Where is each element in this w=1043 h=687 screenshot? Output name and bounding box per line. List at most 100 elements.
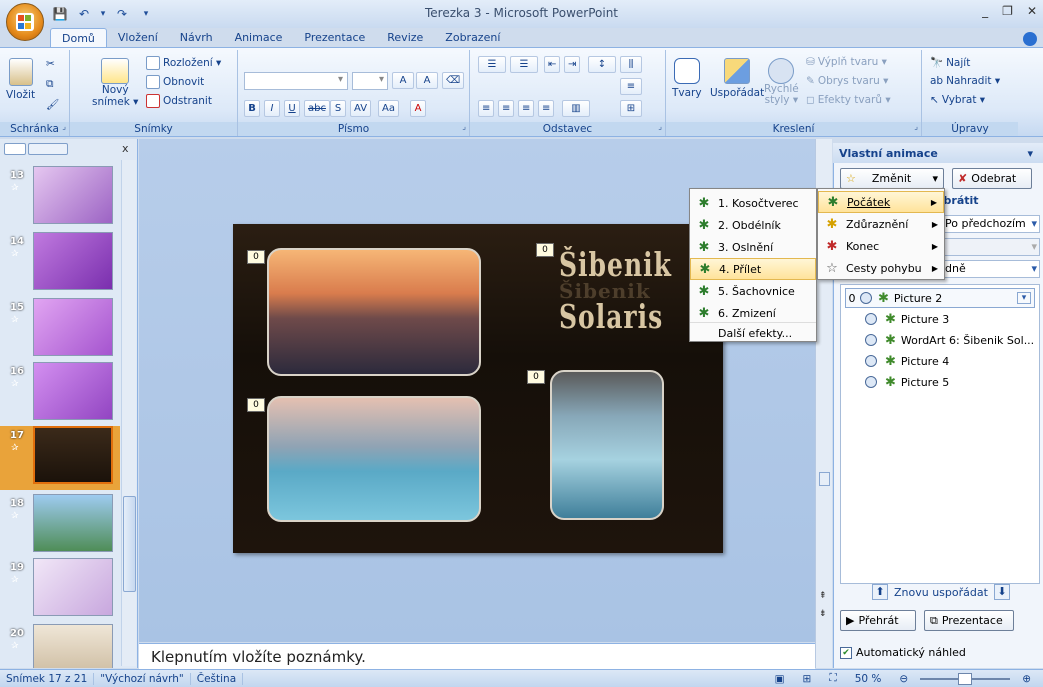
reset-button[interactable]: Obnovit bbox=[146, 75, 204, 89]
shrink-font-button[interactable]: A bbox=[416, 72, 438, 89]
slide-canvas[interactable]: 0 0 0 0 Šibenik Šibenik Solaris bbox=[233, 224, 723, 553]
zoom-in-icon[interactable]: ⊕ bbox=[1016, 673, 1037, 685]
font-color-button[interactable]: A bbox=[410, 100, 426, 117]
speed-combo[interactable]: dně ▾ bbox=[940, 260, 1040, 278]
zoom-slider[interactable] bbox=[920, 672, 1011, 685]
dialog-launcher-icon[interactable]: ⌟ bbox=[62, 120, 66, 134]
slide-thumb-15[interactable]: 15 ✰ bbox=[0, 298, 120, 362]
numbering-icon[interactable]: ☰ bbox=[510, 56, 538, 73]
scroll-thumb[interactable] bbox=[123, 496, 136, 592]
close-button[interactable]: ✕ bbox=[1027, 4, 1037, 18]
cut-icon[interactable]: ✂ bbox=[46, 58, 55, 70]
change-effect-button[interactable]: ☆ Změnit ▾ bbox=[840, 168, 944, 189]
scroll-thumb[interactable] bbox=[819, 472, 830, 486]
zoom-out-icon[interactable]: ⊖ bbox=[893, 673, 914, 685]
animation-item[interactable]: ✱ Picture 5 bbox=[865, 372, 1043, 392]
next-slide-icon[interactable]: ⇟ bbox=[819, 609, 827, 619]
increase-indent-icon[interactable]: ⇥ bbox=[564, 56, 581, 73]
menu-item-fly-in[interactable]: ✱ 4. Přílet bbox=[690, 258, 816, 280]
slideshow-view-icon[interactable]: ⛶ bbox=[823, 672, 842, 685]
slide-thumb-14[interactable]: 14 ✰ bbox=[0, 232, 120, 296]
format-painter-icon[interactable]: 🖌 bbox=[46, 98, 59, 111]
italic-button[interactable]: I bbox=[264, 100, 280, 117]
photo-girl-pool[interactable] bbox=[267, 396, 481, 522]
replace-button[interactable]: ab Nahradit ▾ bbox=[930, 75, 1000, 87]
char-spacing-button[interactable]: AV bbox=[350, 100, 372, 117]
tab-view[interactable]: Zobrazení bbox=[434, 28, 511, 48]
slide-thumb-13[interactable]: 13 ✰ bbox=[0, 166, 120, 230]
tab-slides-view[interactable] bbox=[4, 143, 26, 155]
menu-item-dissolve[interactable]: ✱ 6. Zmizení bbox=[690, 302, 816, 324]
tab-review[interactable]: Revize bbox=[376, 28, 434, 48]
slide-thumb-18[interactable]: 18 ✰ bbox=[0, 494, 120, 558]
tab-insert[interactable]: Vložení bbox=[107, 28, 169, 48]
prev-slide-icon[interactable]: ⇞ bbox=[819, 591, 827, 601]
shape-effects-button[interactable]: ◻ Efekty tvarů ▾ bbox=[806, 94, 891, 106]
tab-design[interactable]: Návrh bbox=[169, 28, 224, 48]
remove-effect-button[interactable]: ✘ Odebrat bbox=[952, 168, 1032, 189]
play-button[interactable]: ▶ Přehrát bbox=[840, 610, 916, 631]
shapes-button[interactable]: Tvary bbox=[672, 58, 702, 99]
smartart-icon[interactable]: ⊞ bbox=[620, 100, 642, 117]
align-center-icon[interactable]: ≡ bbox=[498, 100, 515, 117]
autopreview-checkbox[interactable]: ✔ bbox=[840, 646, 852, 659]
slide-thumb-17[interactable]: 17 ✰ bbox=[0, 426, 120, 490]
move-down-icon[interactable]: ⬇ bbox=[993, 584, 1010, 600]
animation-item[interactable]: 0 ✱ Picture 2 ▾ bbox=[845, 288, 1035, 308]
copy-icon[interactable]: ⧉ bbox=[46, 78, 54, 91]
find-button[interactable]: 🔭 Najít bbox=[930, 56, 970, 70]
bullets-icon[interactable]: ☰ bbox=[478, 56, 506, 73]
clear-formatting-icon[interactable]: ⌫ bbox=[442, 72, 464, 89]
decrease-indent-icon[interactable]: ⇤ bbox=[544, 56, 561, 73]
menu-item-dazzle[interactable]: ✱ 3. Oslnění bbox=[690, 236, 816, 258]
menu-item-motion-paths[interactable]: ☆ Cesty pohybu ▶ bbox=[818, 257, 944, 279]
change-case-button[interactable]: Aa bbox=[378, 100, 399, 117]
font-size-combo[interactable]: ▾ bbox=[352, 72, 388, 90]
tab-home[interactable]: Domů bbox=[50, 28, 107, 48]
underline-button[interactable]: U bbox=[284, 100, 300, 117]
start-combo[interactable]: Po předchozím ▾ bbox=[940, 215, 1040, 233]
photo-girls-sunset[interactable] bbox=[267, 248, 481, 376]
menu-item-diamond[interactable]: ✱ 1. Kosočtverec bbox=[690, 192, 816, 214]
slide-thumb-19[interactable]: 19 ✰ bbox=[0, 558, 120, 622]
menu-item-more-effects[interactable]: Další efekty... bbox=[690, 322, 816, 344]
slide-thumb-20[interactable]: 20 ✰ bbox=[0, 624, 120, 668]
menu-item-entrance[interactable]: ✱ Počátek ▶ bbox=[818, 191, 944, 213]
slide-thumb-16[interactable]: 16 ✰ bbox=[0, 362, 120, 426]
arrange-button[interactable]: Uspořádat bbox=[710, 58, 764, 99]
shape-fill-button[interactable]: ⛁ Výplň tvaru ▾ bbox=[806, 56, 887, 68]
wordart-sibenik-solaris[interactable]: Šibenik Šibenik Solaris bbox=[559, 246, 671, 336]
animation-item[interactable]: ✱ WordArt 6: Šibenik Sol... bbox=[865, 330, 1043, 350]
grow-font-button[interactable]: A bbox=[392, 72, 414, 89]
move-up-icon[interactable]: ⬆ bbox=[872, 584, 888, 600]
normal-view-icon[interactable]: ▣ bbox=[769, 673, 791, 685]
menu-item-exit[interactable]: ✱ Konec ▶ bbox=[818, 235, 944, 257]
slide-sorter-icon[interactable]: ⊞ bbox=[797, 673, 818, 685]
notes-pane[interactable]: Klepnutím vložíte poznámky. bbox=[139, 643, 815, 669]
minimize-button[interactable]: _ bbox=[982, 4, 988, 18]
zoom-level[interactable]: 50 % bbox=[849, 673, 888, 685]
restore-button[interactable]: ❐ bbox=[1002, 4, 1013, 18]
tab-animations[interactable]: Animace bbox=[224, 28, 294, 48]
office-button[interactable] bbox=[6, 3, 44, 41]
strikethrough-button[interactable]: abc bbox=[304, 100, 330, 117]
align-text-icon[interactable]: ≡ bbox=[620, 78, 642, 95]
justify-icon[interactable]: ≡ bbox=[538, 100, 555, 117]
layout-button[interactable]: Rozložení ▾ bbox=[146, 56, 221, 70]
line-spacing-icon[interactable]: ↕ bbox=[588, 56, 616, 73]
align-left-icon[interactable]: ≡ bbox=[478, 100, 495, 117]
property-combo[interactable]: ▾ bbox=[940, 238, 1040, 256]
close-panel-button[interactable]: x bbox=[122, 142, 129, 155]
tab-slideshow[interactable]: Prezentace bbox=[293, 28, 376, 48]
quick-styles-button[interactable]: Rychlé styly ▾ bbox=[764, 58, 799, 106]
slides-panel-scrollbar[interactable] bbox=[121, 160, 136, 666]
paste-button[interactable]: Vložit bbox=[6, 58, 35, 101]
animation-item[interactable]: ✱ Picture 4 bbox=[865, 351, 1043, 371]
chevron-down-icon[interactable]: ▾ bbox=[1017, 292, 1031, 304]
new-slide-button[interactable]: Nový snímek ▾ bbox=[92, 58, 138, 108]
menu-item-box[interactable]: ✱ 2. Obdélník bbox=[690, 214, 816, 236]
align-right-icon[interactable]: ≡ bbox=[518, 100, 535, 117]
shadow-button[interactable]: S bbox=[330, 100, 346, 117]
delete-slide-button[interactable]: Odstranit bbox=[146, 94, 212, 108]
slideshow-button[interactable]: ⧉ Prezentace bbox=[924, 610, 1014, 631]
